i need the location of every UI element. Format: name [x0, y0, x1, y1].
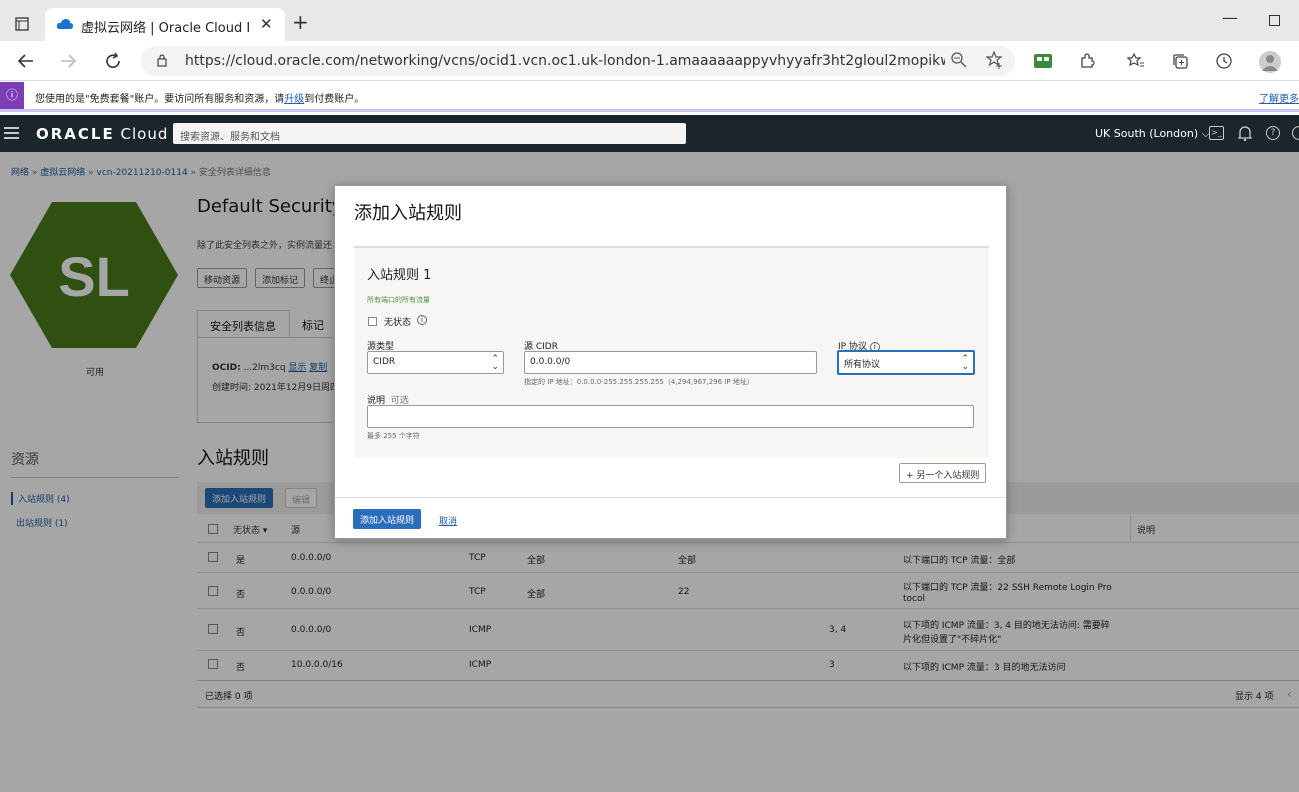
url-text: https://cloud.oracle.com/networking/vcns…: [185, 53, 945, 69]
notifications-icon[interactable]: [1238, 125, 1252, 141]
profile-avatar[interactable]: [1259, 51, 1281, 73]
learn-more-link[interactable]: 了解更多: [1259, 90, 1299, 105]
rule-summary: 所有端口的所有流量: [367, 296, 430, 304]
stateless-label: 无状态: [384, 318, 412, 328]
language-icon[interactable]: [1292, 126, 1299, 140]
minimize-icon[interactable]: —: [1222, 8, 1238, 27]
help-icon[interactable]: ?: [1266, 126, 1280, 140]
console-search-input[interactable]: 搜索资源、服务和文档: [173, 123, 686, 144]
forward-icon[interactable]: [55, 47, 83, 75]
extensions-icon[interactable]: [1073, 47, 1101, 75]
rule-heading: 入站规则 1: [367, 268, 432, 283]
info-icon[interactable]: i: [417, 315, 427, 325]
tab-title: 虚拟云网络 | Oracle Cloud Infrast: [81, 21, 251, 36]
another-ingress-rule-button[interactable]: + 另一个入站规则: [899, 463, 987, 483]
console-header: ORACLE Cloud 搜索资源、服务和文档 UK South (London…: [0, 115, 1299, 152]
browser-tab-bar: 虚拟云网络 | Oracle Cloud Infrast ✕ + —: [0, 0, 1299, 41]
add-favorite-icon[interactable]: [986, 51, 1004, 69]
dialog-title: 添加入站规则: [354, 203, 462, 224]
notice-text: 您使用的是"免费套餐"账户。要访问所有服务和资源，请升级到付费账户。: [35, 94, 365, 105]
region-selector[interactable]: UK South (London) ⌵: [1095, 127, 1210, 141]
cloud-shell-icon[interactable]: >_: [1209, 126, 1224, 140]
stateless-checkbox[interactable]: [368, 317, 377, 326]
rule-panel: 入站规则 1 所有端口的所有流量 无状态 i 源类型 CIDR ⌃ ⌄ 源 CIDR…: [354, 246, 989, 458]
collections-icon[interactable]: [1166, 47, 1194, 75]
submit-ingress-rules-button[interactable]: 添加入站规则: [353, 509, 422, 529]
cancel-link[interactable]: 取消: [439, 514, 457, 527]
favorites-icon[interactable]: [1122, 47, 1150, 75]
source-type-select[interactable]: CIDR ⌃ ⌄: [367, 351, 504, 374]
select-arrows-icon: ⌃ ⌄: [961, 354, 969, 372]
description-input[interactable]: [367, 405, 974, 428]
browser-tab[interactable]: 虚拟云网络 | Oracle Cloud Infrast ✕: [45, 8, 285, 41]
refresh-icon[interactable]: [99, 47, 127, 75]
extension-green-icon[interactable]: [1029, 47, 1057, 75]
add-ingress-rules-dialog: 添加入站规则 入站规则 1 所有端口的所有流量 无状态 i 源类型 CIDR ⌃ ⌄…: [334, 185, 1007, 539]
cloud-icon: [56, 17, 74, 31]
maximize-icon[interactable]: [1269, 15, 1280, 26]
address-bar[interactable]: https://cloud.oracle.com/networking/vcns…: [141, 46, 1015, 76]
free-tier-notice: ⓘ 您使用的是"免费套餐"账户。要访问所有服务和资源，请升级到付费账户。 了解更…: [0, 82, 1299, 112]
back-icon[interactable]: [11, 47, 39, 75]
oracle-cloud-logo[interactable]: ORACLE Cloud: [36, 125, 168, 143]
tab-actions-icon[interactable]: [8, 10, 36, 38]
lock-icon: [157, 54, 167, 67]
dialog-footer: 添加入站规则 取消: [335, 497, 1006, 539]
new-tab-icon[interactable]: +: [292, 10, 309, 34]
cidr-hint: 指定的 IP 地址：0.0.0.0-255.255.255.255（4,294,…: [524, 378, 754, 386]
history-icon[interactable]: [1210, 47, 1238, 75]
upgrade-icon: ⓘ: [0, 82, 24, 109]
ip-protocol-select[interactable]: 所有协议 ⌃ ⌄: [837, 350, 975, 375]
menu-icon[interactable]: [4, 127, 19, 139]
browser-toolbar: https://cloud.oracle.com/networking/vcns…: [0, 41, 1299, 81]
zoom-icon[interactable]: [951, 52, 967, 68]
source-cidr-input[interactable]: 0.0.0.0/0: [524, 351, 817, 374]
description-hint: 最多 255 个字符: [367, 432, 420, 440]
select-arrows-icon: ⌃ ⌄: [491, 354, 499, 372]
upgrade-link[interactable]: 升级: [284, 94, 304, 105]
close-tab-icon[interactable]: ✕: [260, 15, 273, 33]
